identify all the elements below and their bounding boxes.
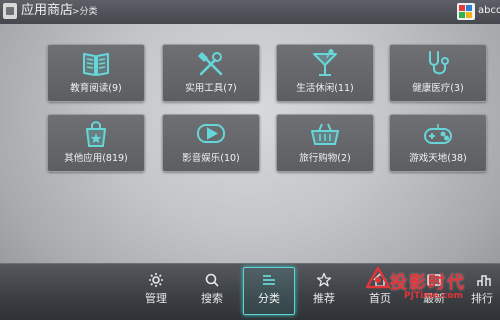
nav-category[interactable]: 分类	[243, 267, 295, 315]
category-label: 游戏天地(38)	[409, 153, 467, 164]
tools-icon	[197, 51, 223, 76]
gear-icon	[149, 273, 163, 287]
nav-label: 推荐	[313, 292, 335, 305]
category-label: 实用工具(7)	[185, 83, 237, 94]
shopping-bag-icon	[86, 121, 106, 147]
star-icon	[316, 272, 332, 287]
watermark: 投影时代 PJTime.com	[362, 265, 500, 317]
nav-recommend[interactable]: 推荐	[302, 272, 346, 314]
nav-manage[interactable]: 管理	[134, 272, 178, 314]
watermark-url: PJTime.com	[404, 291, 463, 301]
category-label: 影音娱乐(10)	[182, 153, 240, 164]
nav-label: 分类	[258, 292, 280, 305]
app-store-icon	[3, 3, 17, 19]
category-tile-education[interactable]: 教育阅读(9)	[47, 44, 145, 102]
category-label: 其他应用(819)	[64, 153, 128, 164]
category-label: 教育阅读(9)	[70, 83, 122, 94]
basket-icon	[311, 123, 339, 145]
category-tile-media[interactable]: 影音娱乐(10)	[162, 114, 260, 172]
category-label: 生活休闲(11)	[296, 83, 354, 94]
category-tile-travel[interactable]: 旅行购物(2)	[276, 114, 374, 172]
category-label: 旅行购物(2)	[299, 153, 351, 164]
book-icon	[83, 53, 109, 76]
app-screen: 应用商店 >分类 abcd 教育阅读(9) 实用工具(7) 生活休闲(11) 健…	[0, 0, 500, 320]
search-icon	[205, 273, 219, 287]
gamepad-icon	[424, 124, 452, 144]
nav-label: 管理	[145, 292, 167, 305]
category-icon	[263, 275, 275, 285]
nav-search[interactable]: 搜索	[190, 272, 234, 314]
category-tile-health[interactable]: 健康医疗(3)	[389, 44, 487, 102]
page-title: 应用商店	[21, 3, 74, 18]
category-tile-tools[interactable]: 实用工具(7)	[162, 44, 260, 102]
header-bar: 应用商店 >分类 abcd	[0, 0, 500, 24]
brand-name: abcd	[478, 5, 500, 16]
stethoscope-icon	[429, 51, 449, 75]
breadcrumb: >分类	[72, 7, 98, 17]
play-icon	[197, 124, 225, 143]
watermark-logo-icon	[366, 267, 390, 289]
category-tile-other[interactable]: 其他应用(819)	[47, 114, 145, 172]
category-label: 健康医疗(3)	[412, 83, 464, 94]
watermark-text: 投影时代	[390, 273, 466, 293]
category-tile-leisure[interactable]: 生活休闲(11)	[276, 44, 374, 102]
brand-logo-icon	[457, 3, 475, 20]
nav-label: 搜索	[201, 292, 223, 305]
category-tile-games[interactable]: 游戏天地(38)	[389, 114, 487, 172]
cocktail-icon	[313, 49, 337, 76]
